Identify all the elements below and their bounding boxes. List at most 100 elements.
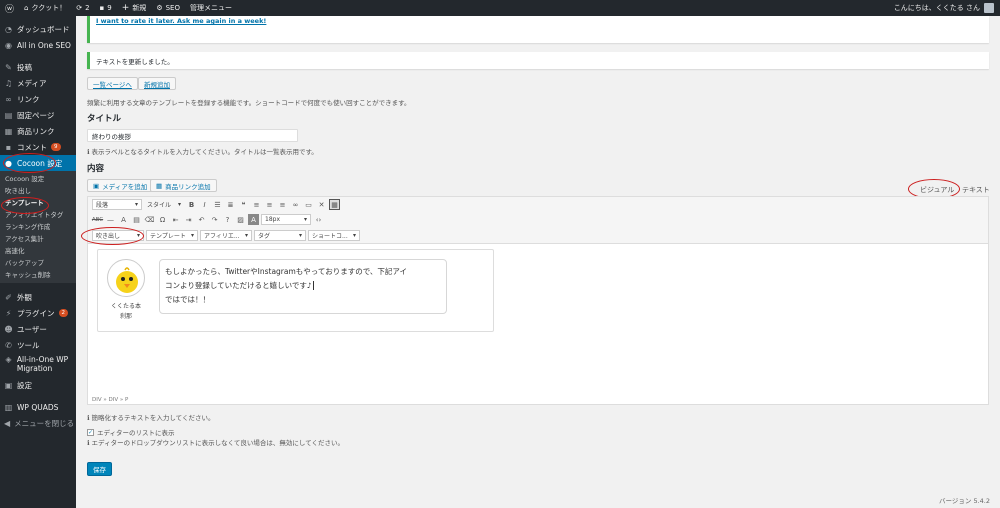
submenu-template[interactable]: テンプレート: [0, 197, 76, 209]
balloon-select[interactable]: 吹き出し ▾: [92, 229, 144, 241]
sidebar-item-users[interactable]: ☻ ユーザー: [0, 321, 76, 337]
submenu-access[interactable]: アクセス集計: [0, 233, 76, 245]
align-left-icon[interactable]: ≡: [251, 199, 262, 210]
wordpress-icon: ⓦ: [5, 4, 15, 15]
outdent-icon[interactable]: ⇤: [170, 214, 181, 225]
wp-logo[interactable]: ⓦ: [0, 0, 19, 16]
strikethrough-icon[interactable]: ABC: [92, 214, 103, 225]
admin-menu-link[interactable]: 管理メニュー: [185, 0, 237, 16]
redo-icon[interactable]: ↷: [209, 214, 220, 225]
sidebar-item-tools[interactable]: ✆ ツール: [0, 337, 76, 353]
add-product-link-button[interactable]: ▦ 商品リンク追加: [150, 179, 217, 192]
blockquote-icon[interactable]: ❝: [238, 199, 249, 210]
affiliate-select[interactable]: アフィリエ... ▾: [200, 229, 252, 241]
link-icon[interactable]: ∞: [290, 199, 301, 210]
bold-icon[interactable]: B: [186, 199, 197, 210]
plus-icon: +: [121, 3, 130, 13]
sidebar-item-cocoon-settings[interactable]: ● Cocoon 設定: [0, 155, 76, 171]
comments-link[interactable]: ▪ 9: [95, 0, 117, 16]
bullet-list-icon[interactable]: ☰: [212, 199, 223, 210]
font-size-select[interactable]: 18px ▾: [261, 214, 311, 225]
updates-link[interactable]: ⟳ 2: [71, 0, 94, 16]
toolbar-row-1: 段落 ▾ スタイル ▾ B I ☰ ≣ ❝ ≡ ≡ ≡ ∞ ▭ ✕ ▦: [88, 197, 988, 212]
background-color-icon[interactable]: A: [248, 214, 259, 225]
site-name-link[interactable]: ⌂ ククット！: [19, 0, 71, 16]
sidebar-item-plugins[interactable]: ⚡ プラグイン 2: [0, 305, 76, 321]
sidebar-item-seo[interactable]: ◉ All in One SEO: [0, 37, 76, 53]
main-content: I want to rate it later. Ask me again in…: [76, 16, 1000, 508]
text-color-icon[interactable]: A: [118, 214, 129, 225]
align-center-icon[interactable]: ≡: [264, 199, 275, 210]
tab-text[interactable]: テキスト: [962, 184, 990, 196]
sidebar-item-migration[interactable]: ◈ All-in-One WP Migration: [0, 353, 76, 377]
settings-icon: ▣: [4, 380, 13, 390]
submenu-cocoon-settings[interactable]: Cocoon 設定: [0, 173, 76, 185]
italic-icon[interactable]: I: [199, 199, 210, 210]
show-in-list-checkbox[interactable]: ✓: [87, 428, 94, 436]
fullscreen-icon[interactable]: ✕: [316, 199, 327, 210]
submenu-affiliate-tag[interactable]: アフィリエイトタグ: [0, 209, 76, 221]
submenu-backup[interactable]: バックアップ: [0, 257, 76, 269]
sidebar-item-wp-quads[interactable]: ▥ WP QUADS: [0, 399, 76, 415]
editor-path: DIV » DIV » P: [92, 397, 129, 403]
cart-icon: ▦: [156, 181, 163, 190]
toolbar-toggle-icon[interactable]: ▦: [329, 199, 340, 210]
horizontal-line-icon[interactable]: —: [105, 214, 116, 225]
code-icon[interactable]: ‹›: [313, 214, 324, 225]
submenu-balloon[interactable]: 吹き出し: [0, 185, 76, 197]
media-icon: ♫: [4, 78, 13, 88]
sidebar-item-media[interactable]: ♫ メディア: [0, 75, 76, 91]
sidebar-item-posts[interactable]: ✎ 投稿: [0, 59, 76, 75]
add-media-button[interactable]: ▣ メディアを追加: [87, 179, 154, 192]
align-right-icon[interactable]: ≡: [277, 199, 288, 210]
indent-icon[interactable]: ⇥: [183, 214, 194, 225]
migration-icon: ◈: [5, 355, 12, 364]
speech-bubble[interactable]: もしよかったら、TwitterやInstagramもやっておりますので、下記アイ…: [159, 259, 447, 314]
sidebar-item-settings[interactable]: ▣ 設定: [0, 377, 76, 393]
back-to-list-button[interactable]: 一覧ページへ: [87, 77, 138, 90]
seo-icon: ◉: [5, 40, 12, 50]
undo-icon[interactable]: ↶: [196, 214, 207, 225]
clear-format-icon[interactable]: ⌫: [144, 214, 155, 225]
tag-select[interactable]: タグ ▾: [254, 229, 306, 241]
shortcode-select[interactable]: ショートコ... ▾: [308, 229, 360, 241]
chick-avatar-icon: [116, 267, 138, 293]
help-icon[interactable]: ?: [222, 214, 233, 225]
read-more-icon[interactable]: ▭: [303, 199, 314, 210]
cocoon-submenu: Cocoon 設定 吹き出し テンプレート アフィリエイトタグ ランキング作成 …: [0, 171, 76, 283]
sidebar-item-pages[interactable]: ▤ 固定ページ: [0, 107, 76, 123]
balloon-block[interactable]: くくたる本 刹那 もしよかったら、TwitterやInstagramもやっており…: [97, 249, 494, 332]
submenu-speedup[interactable]: 高速化: [0, 245, 76, 257]
save-button[interactable]: 保存: [87, 462, 112, 476]
version-text: バージョン 5.4.2: [939, 497, 990, 505]
user-icon: ☻: [4, 324, 13, 334]
template-select[interactable]: テンプレート ▾: [146, 229, 198, 241]
rate-later-link[interactable]: I want to rate it later. Ask me again in…: [96, 17, 266, 25]
special-char-icon[interactable]: Ω: [157, 214, 168, 225]
marker-icon[interactable]: ▨: [235, 214, 246, 225]
title-input[interactable]: 終わりの挨拶: [87, 129, 298, 142]
show-in-list-option[interactable]: ✓ エディターのリストに表示: [87, 427, 175, 437]
chevron-down-icon: ▾: [244, 231, 248, 239]
account-link[interactable]: こんにちは、くくたる さん: [894, 0, 994, 16]
paragraph-select[interactable]: 段落 ▾: [92, 199, 142, 210]
avatar: [984, 3, 994, 13]
sidebar-item-appearance[interactable]: ✐ 外観: [0, 289, 76, 305]
submenu-ranking[interactable]: ランキング作成: [0, 221, 76, 233]
editor-toolbar: 段落 ▾ スタイル ▾ B I ☰ ≣ ❝ ≡ ≡ ≡ ∞ ▭ ✕ ▦ ABC — …: [88, 197, 988, 244]
chevron-down-icon: ▾: [177, 201, 181, 208]
style-select[interactable]: スタイル ▾: [144, 199, 184, 210]
add-new-button[interactable]: 新規追加: [138, 77, 176, 90]
new-content-link[interactable]: + 新規: [117, 0, 152, 16]
submenu-cache-clear[interactable]: キャッシュ削除: [0, 269, 76, 281]
sidebar-item-comments[interactable]: ▪ コメント 9: [0, 139, 76, 155]
seo-link[interactable]: ⚙ SEO: [151, 0, 185, 16]
paste-text-icon[interactable]: ▤: [131, 214, 142, 225]
sidebar-item-dashboard[interactable]: ◔ ダッシュボード: [0, 21, 76, 37]
numbered-list-icon[interactable]: ≣: [225, 199, 236, 210]
avatar: [107, 259, 145, 297]
tab-visual[interactable]: ビジュアル: [920, 184, 954, 196]
sidebar-item-links[interactable]: ∞ リンク: [0, 91, 76, 107]
sidebar-item-product-links[interactable]: ▦ 商品リンク: [0, 123, 76, 139]
sidebar-collapse[interactable]: ◀ メニューを閉じる: [0, 415, 76, 431]
